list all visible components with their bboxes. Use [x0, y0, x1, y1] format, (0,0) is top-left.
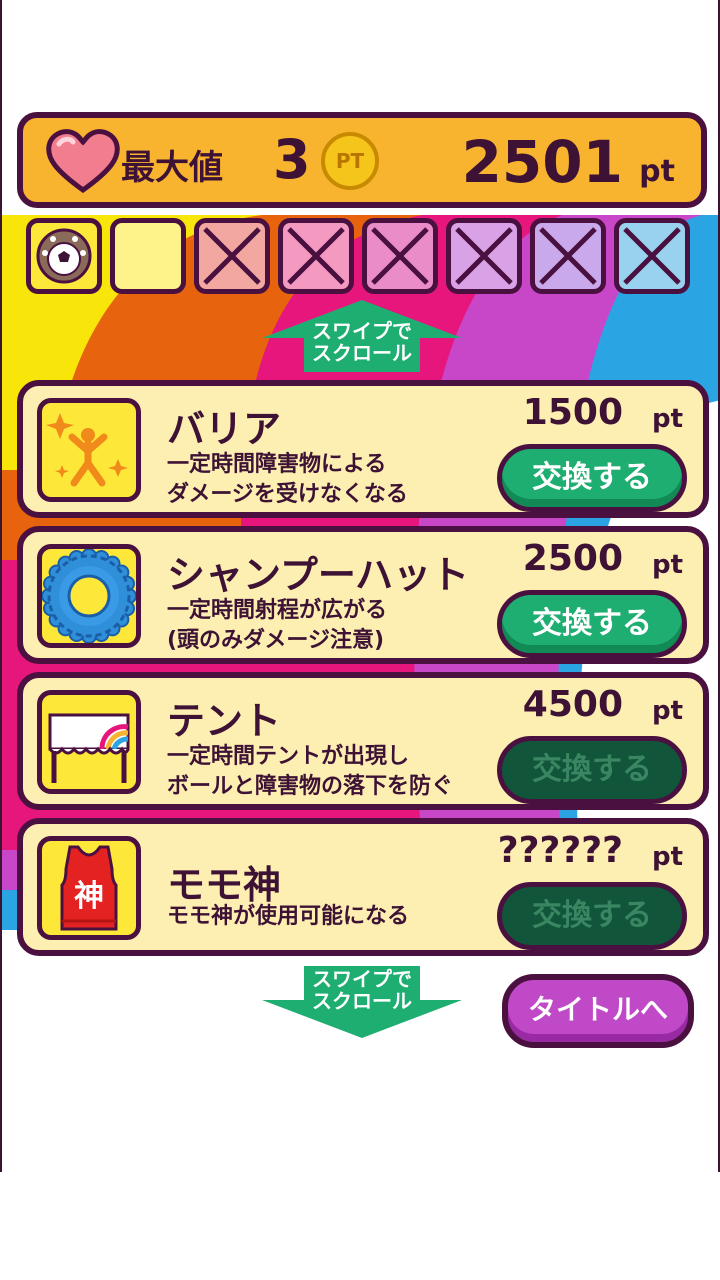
tent-icon	[37, 690, 141, 794]
item-name: モモ神	[167, 863, 282, 907]
item-price: 1500	[522, 392, 623, 433]
max-value: 3	[273, 128, 311, 191]
item-price-unit: pt	[651, 404, 683, 434]
heart-icon	[46, 129, 120, 194]
item-desc-line1: モモ神が使用可能になる	[167, 904, 410, 929]
item-card-tent: テント 一定時間テントが出現し ボールと障害物の落下を防ぐ 4500 pt 交換…	[17, 672, 709, 810]
max-value-label: 最大値	[121, 148, 223, 188]
jersey-kanji: 神	[74, 879, 104, 914]
swipe-hint-line1: スワイプで	[312, 319, 412, 343]
item-slot[interactable]	[278, 218, 354, 294]
swipe-down-hint: スワイプで スクロール	[260, 964, 464, 1040]
points-header: 最大値 3 PT 2501 pt	[17, 112, 707, 208]
x-mark-icon	[455, 227, 513, 285]
item-card-momo-god: 神 モモ神 モモ神が使用可能になる ?????? pt 交換する	[17, 818, 709, 956]
item-slot[interactable]	[446, 218, 522, 294]
item-desc-line2: ダメージを受けなくなる	[167, 482, 408, 507]
game-screen: 最大値 3 PT 2501 pt スワイプで スクロール バリア 一定時間障害物…	[0, 0, 720, 1172]
item-name: テント	[167, 699, 282, 743]
x-mark-icon	[203, 227, 261, 285]
item-name: バリア	[167, 407, 282, 451]
shampoo-hat-icon	[37, 544, 141, 648]
item-price-unit: pt	[651, 842, 683, 872]
item-slot[interactable]	[614, 218, 690, 294]
item-desc-line1: 一定時間障害物による	[167, 452, 387, 477]
item-card-shampoo-hat: シャンプーハット 一定時間射程が広がる (頭のみダメージ注意) 2500 pt …	[17, 526, 709, 664]
item-desc-line1: 一定時間テントが出現し	[167, 744, 410, 769]
exchange-button-barrier[interactable]: 交換する	[497, 444, 687, 512]
item-desc-line1: 一定時間射程が広がる	[167, 598, 388, 623]
item-slot[interactable]	[110, 218, 186, 294]
exchange-button-momo-god[interactable]: 交換する	[497, 882, 687, 950]
item-slot[interactable]	[26, 218, 102, 294]
item-price: 2500	[522, 538, 623, 579]
x-mark-icon	[623, 227, 681, 285]
exchange-button-shampoo-hat[interactable]: 交換する	[497, 590, 687, 658]
pt-coin-icon: PT	[321, 132, 379, 190]
x-mark-icon	[287, 227, 345, 285]
item-slot[interactable]	[530, 218, 606, 294]
item-price-unit: pt	[651, 550, 683, 580]
item-desc-line2: ボールと障害物の落下を防ぐ	[167, 774, 454, 799]
item-slot[interactable]	[362, 218, 438, 294]
exchange-button-tent[interactable]: 交換する	[497, 736, 687, 804]
barrier-icon	[37, 398, 141, 502]
item-card-barrier: バリア 一定時間障害物による ダメージを受けなくなる 1500 pt 交換する	[17, 380, 709, 518]
swipe-hint-line1: スワイプで	[312, 967, 412, 991]
back-to-title-button[interactable]: タイトルへ	[502, 974, 694, 1048]
item-price-unit: pt	[651, 696, 683, 726]
x-mark-icon	[371, 227, 429, 285]
soccer-ball-icon	[36, 228, 92, 284]
points-unit: pt	[639, 154, 675, 189]
item-slot[interactable]	[194, 218, 270, 294]
item-price: 4500	[522, 684, 623, 725]
item-desc-line2: (頭のみダメージ注意)	[167, 628, 385, 653]
item-price: ??????	[497, 830, 623, 871]
points-total: 2501	[461, 128, 623, 196]
x-mark-icon	[539, 227, 597, 285]
momo-god-jersey-icon: 神	[37, 836, 141, 940]
swipe-hint-line2: スクロール	[312, 341, 412, 365]
swipe-hint-line2: スクロール	[312, 989, 412, 1013]
item-name: シャンプーハット	[167, 553, 470, 597]
swipe-up-hint: スワイプで スクロール	[260, 298, 464, 374]
